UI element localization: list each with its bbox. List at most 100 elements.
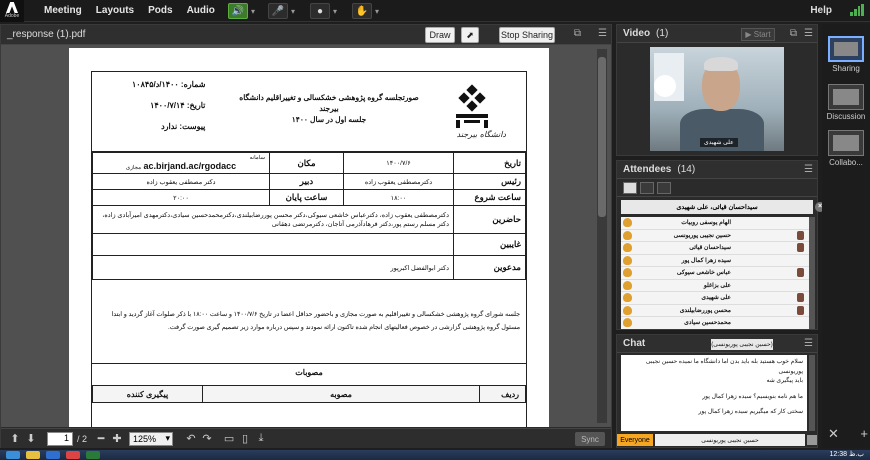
table-row: ردیف مصوبه پیگیری کننده: [92, 385, 526, 403]
stop-sharing-button[interactable]: Stop Sharing: [499, 27, 555, 43]
list-item[interactable]: علی شهیدی: [621, 292, 809, 305]
document-title: _response (1).pdf: [7, 29, 86, 40]
rotate-right-icon[interactable]: ↷: [199, 432, 215, 445]
secretary-label: دبیر: [269, 173, 344, 190]
start-time-label: ساعت شروع: [453, 189, 526, 206]
place-label: مکان: [269, 152, 344, 174]
microphone-icon: [797, 305, 804, 315]
pod-menu-icon[interactable]: ☰: [598, 28, 607, 39]
pdf-page: شماره: ۱۴۰۰/د/۱۰۸۴۵ تاریخ: ۱۴۰۰/۷/۱۴ پیو…: [69, 48, 549, 427]
status-control[interactable]: ✋ ▾: [352, 3, 382, 19]
session-title: صورتجلسه گروه پژوهشی خشکسالی و تغییراقلی…: [239, 93, 419, 124]
rotate-left-icon[interactable]: ↶: [183, 432, 199, 445]
folder-icon[interactable]: [26, 451, 40, 459]
host-icon: [623, 280, 632, 290]
collapse-layouts-icon[interactable]: ✕: [828, 426, 839, 442]
chat-private-target: (حسین نجیبی پوریونسی): [711, 339, 773, 350]
sync-button[interactable]: Sync: [575, 432, 605, 446]
layouts-sidebar: Sharing Discussion Collabo... ✕ +: [822, 24, 870, 448]
microphone-icon[interactable]: 🎤: [268, 3, 288, 19]
webcam-control[interactable]: ● ▾: [310, 3, 340, 19]
fit-width-icon[interactable]: ▭: [221, 432, 237, 445]
list-item[interactable]: عباس خاشعی سیوکی: [621, 267, 809, 280]
table-row: مدعوین دکتر ابوالفضل اکبرپور: [92, 255, 526, 280]
approvals-col-resolution: مصوبه: [202, 385, 480, 403]
adobe-connect-icon[interactable]: [66, 451, 80, 459]
document-viewer[interactable]: شماره: ۱۴۰۰/د/۱۰۸۴۵ تاریخ: ۱۴۰۰/۷/۱۴ پیو…: [1, 45, 611, 427]
microphone-caret-icon[interactable]: ▾: [288, 3, 298, 19]
microphone-icon: [797, 293, 804, 303]
document-scrollbar[interactable]: [597, 49, 607, 423]
absent-label: غایبین: [453, 233, 526, 256]
table-row: غایبین: [92, 233, 526, 256]
layout-discussion[interactable]: Discussion: [826, 84, 866, 121]
letter-meta: شماره: ۱۴۰۰/د/۱۰۸۴۵ تاریخ: ۱۴۰۰/۷/۱۴ پیو…: [132, 80, 205, 143]
microphone-icon: [797, 230, 804, 240]
connection-signal-icon: [850, 4, 864, 16]
end-time-label: ساعت پایان: [269, 189, 344, 206]
selected-attendees[interactable]: سیداحسان قیاثی، علی شهیدی ×: [621, 200, 825, 214]
date-value: ۱۴۰۰/۷/۶: [343, 152, 454, 174]
pod-menu-icon[interactable]: ☰: [804, 338, 813, 349]
pod-menu-icon[interactable]: ☰: [804, 164, 813, 175]
microphone-control[interactable]: 🎤 ▾: [268, 3, 298, 19]
speaker-caret-icon[interactable]: ▾: [248, 3, 258, 19]
add-layout-icon[interactable]: +: [860, 426, 868, 442]
letter-attachment: پیوست: ندارد: [161, 122, 206, 131]
speaker-icon[interactable]: 🔊: [228, 3, 248, 19]
menu-pods[interactable]: Pods: [148, 5, 172, 16]
video-overlay-logo-icon: [654, 75, 676, 97]
attendees-pod-header: Attendees (14): [617, 161, 817, 179]
zoom-in-icon[interactable]: ✚: [109, 432, 125, 445]
fullscreen-icon[interactable]: ⧉: [574, 28, 581, 39]
chat-messages: سلام خوب هستید بله باید بدن اما دانشگاه …: [621, 355, 807, 431]
help-menu[interactable]: Help: [810, 5, 832, 16]
menu-layouts[interactable]: Layouts: [96, 5, 134, 16]
page-number-input[interactable]: 1: [47, 431, 73, 446]
raise-hand-icon[interactable]: ✋: [352, 3, 372, 19]
page-frame: شماره: ۱۴۰۰/د/۱۰۸۴۵ تاریخ: ۱۴۰۰/۷/۱۴ پیو…: [91, 71, 527, 427]
previous-page-icon[interactable]: ⬆: [7, 432, 23, 445]
layout-collaboration[interactable]: Collabo...: [826, 130, 866, 167]
pod-menu-icon[interactable]: ☰: [804, 28, 813, 39]
zoom-out-icon[interactable]: ━: [93, 432, 109, 445]
fit-page-icon[interactable]: ▯: [237, 432, 253, 445]
browser-icon[interactable]: [46, 451, 60, 459]
menu-audio[interactable]: Audio: [187, 5, 215, 16]
list-item[interactable]: محمدحسین سیادی: [621, 317, 809, 329]
host-icon: [623, 230, 632, 240]
fullscreen-icon[interactable]: ⧉: [790, 28, 797, 39]
start-webcam-button[interactable]: ▶ Start: [741, 28, 775, 41]
chat-input[interactable]: حسین نجیبی پوریونسی: [655, 434, 805, 446]
pointer-tool-icon[interactable]: ⬈: [461, 27, 479, 43]
status-caret-icon[interactable]: ▾: [372, 3, 382, 19]
participant-video[interactable]: علی شهیدی: [650, 47, 784, 151]
speaker-control[interactable]: 🔊 ▾: [228, 3, 258, 19]
list-item[interactable]: الهام یوسفی روبیات: [621, 217, 809, 230]
list-item[interactable]: علی بزاغلو: [621, 280, 809, 292]
chat-scrollbar[interactable]: [809, 355, 815, 431]
webcam-icon[interactable]: ●: [310, 3, 330, 19]
list-item[interactable]: حسین نجیبی پوریونسی: [621, 230, 809, 242]
chat-recipient-select[interactable]: Everyone: [617, 434, 653, 446]
list-item[interactable]: سیداحسان قیاثی: [621, 242, 809, 255]
draw-button[interactable]: Draw: [425, 27, 455, 43]
download-icon[interactable]: ⤓: [253, 432, 269, 445]
attendees-scrollbar[interactable]: [809, 217, 815, 329]
list-item[interactable]: محسن پوررضابیلندی: [621, 305, 809, 317]
layout-sharing[interactable]: Sharing: [826, 36, 866, 73]
list-view-icon[interactable]: [623, 181, 637, 194]
grid-view-icon[interactable]: [640, 181, 654, 194]
end-time-value: ۲۰:۰۰: [92, 189, 270, 206]
status-view-icon[interactable]: [657, 181, 671, 194]
zoom-select[interactable]: 125% ▾: [129, 431, 174, 446]
start-icon[interactable]: [6, 451, 20, 459]
menu-meeting[interactable]: Meeting: [44, 5, 82, 16]
next-page-icon[interactable]: ⬇: [23, 432, 39, 445]
webcam-caret-icon[interactable]: ▾: [330, 3, 340, 19]
send-icon[interactable]: [807, 435, 817, 445]
host-icon: [623, 243, 632, 253]
excel-icon[interactable]: [86, 451, 100, 459]
list-item[interactable]: سیده زهرا کمال پور: [621, 255, 809, 267]
document-toolbar: ⬆ ⬇ 1 / 2 ━ ✚ 125% ▾ ↶ ↷ ▭ ▯ ⤓ Sync: [1, 428, 611, 448]
